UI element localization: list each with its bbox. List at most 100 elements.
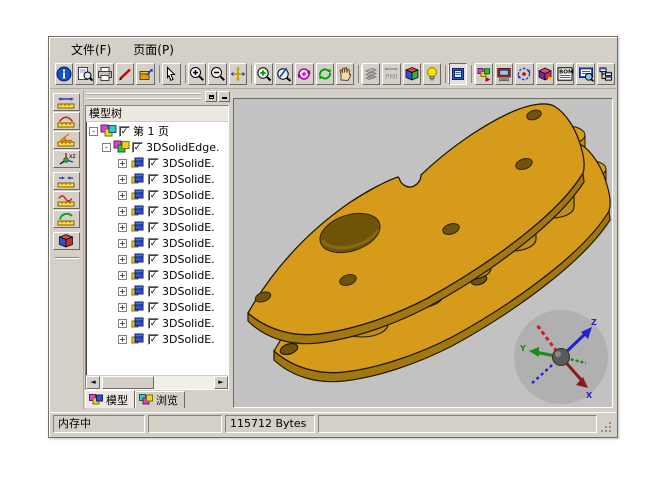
panel-hide-button[interactable] xyxy=(218,91,230,102)
light-icon[interactable] xyxy=(423,63,441,85)
measure-radius-icon[interactable] xyxy=(53,210,80,228)
checkbox[interactable]: ✓ xyxy=(132,142,143,153)
expand-box-icon[interactable]: + xyxy=(118,271,127,280)
tree-label[interactable]: 3DSolidE. xyxy=(162,253,215,266)
tree-row-part[interactable]: + ✓ 3DSolidE. xyxy=(86,251,228,267)
report-icon[interactable] xyxy=(576,63,594,85)
tree-row-part[interactable]: + ✓ 3DSolidE. xyxy=(86,171,228,187)
zoom-in-icon[interactable] xyxy=(188,63,206,85)
tree-label[interactable]: 3DSolidE. xyxy=(162,221,215,234)
tree-row-part[interactable]: + ✓ 3DSolidE. xyxy=(86,267,228,283)
measure-gap-icon[interactable] xyxy=(53,172,80,190)
tree-label[interactable]: 3DSolidE. xyxy=(162,189,215,202)
tree-row-part[interactable]: + ✓ 3DSolidE. xyxy=(86,187,228,203)
expand-box-icon[interactable]: + xyxy=(118,287,127,296)
checkbox[interactable]: ✓ xyxy=(148,318,159,329)
select-arrow-icon[interactable] xyxy=(162,63,180,85)
expand-box-icon[interactable]: + xyxy=(118,239,127,248)
panel-header[interactable] xyxy=(85,90,231,103)
axis-trackball[interactable]: Z X Y xyxy=(514,310,608,404)
panel-float-button[interactable] xyxy=(205,91,217,102)
expand-box-icon[interactable]: + xyxy=(118,207,127,216)
expand-box-icon[interactable]: + xyxy=(118,159,127,168)
tree-row-part[interactable]: + ✓ 3DSolidE. xyxy=(86,203,228,219)
expand-box-icon[interactable]: + xyxy=(118,223,127,232)
scrollbar-track[interactable] xyxy=(154,376,214,389)
tree-row-page[interactable]: - ✓ 第 1 页 xyxy=(86,123,228,139)
measure-angle-icon[interactable] xyxy=(53,131,80,149)
measure-arc-icon[interactable] xyxy=(53,112,80,130)
print-icon[interactable] xyxy=(96,63,114,85)
expand-box-icon[interactable]: + xyxy=(118,191,127,200)
collapse-box-icon[interactable]: - xyxy=(89,127,98,136)
markup-pen-icon[interactable] xyxy=(116,63,134,85)
tree-label[interactable]: 3DSolidE. xyxy=(162,301,215,314)
tree-horizontal-scrollbar[interactable]: ◄ ► xyxy=(86,375,228,389)
zoom-window-icon[interactable] xyxy=(255,63,273,85)
scroll-left-icon[interactable]: ◄ xyxy=(86,376,100,389)
zoom-out-icon[interactable] xyxy=(208,63,226,85)
checkbox[interactable]: ✓ xyxy=(148,174,159,185)
resize-grip[interactable] xyxy=(600,420,613,433)
scrollbar-thumb[interactable] xyxy=(102,376,154,389)
measure-distance-icon[interactable] xyxy=(53,93,80,111)
expand-box-icon[interactable]: + xyxy=(118,175,127,184)
checkbox[interactable]: ✓ xyxy=(148,270,159,281)
measure-curve-icon[interactable] xyxy=(53,191,80,209)
hand-icon[interactable] xyxy=(336,63,354,85)
tree-label[interactable]: 3DSolidE. xyxy=(162,285,215,298)
checkbox[interactable]: ✓ xyxy=(148,334,159,345)
expand-box-icon[interactable]: + xyxy=(118,335,127,344)
expand-box-icon[interactable]: + xyxy=(118,319,127,328)
scroll-right-icon[interactable]: ► xyxy=(214,376,228,389)
export-icon[interactable] xyxy=(136,63,154,85)
assembly-icon[interactable] xyxy=(475,63,493,85)
tree-row-part[interactable]: + ✓ 3DSolidE. xyxy=(86,299,228,315)
tree-label[interactable]: 第 1 页 xyxy=(133,123,169,139)
tree-label[interactable]: 3DSolidE. xyxy=(162,173,215,186)
checkbox[interactable]: ✓ xyxy=(148,286,159,297)
tree-label[interactable]: 3DSolidE. xyxy=(162,333,215,346)
tree-label[interactable]: 3DSolidE. xyxy=(162,205,215,218)
checkbox[interactable]: ✓ xyxy=(148,254,159,265)
menu-file[interactable]: 文件(F) xyxy=(62,39,120,60)
orbit-icon[interactable] xyxy=(515,63,533,85)
tree-label[interactable]: 3DSolidE. xyxy=(162,237,215,250)
info-icon[interactable] xyxy=(55,63,73,85)
checkbox[interactable]: ✓ xyxy=(148,158,159,169)
explode-icon[interactable] xyxy=(536,63,554,85)
spin-icon[interactable] xyxy=(316,63,334,85)
pmi-icon[interactable]: PMI xyxy=(382,63,400,85)
checkbox[interactable]: ✓ xyxy=(148,206,159,217)
view-cube-icon[interactable] xyxy=(403,63,421,85)
print-preview-icon[interactable] xyxy=(75,63,93,85)
tab-browse[interactable]: 浏览 xyxy=(135,391,185,408)
expand-box-icon[interactable]: + xyxy=(118,303,127,312)
pan-icon[interactable] xyxy=(229,63,247,85)
menu-page[interactable]: 页面(P) xyxy=(124,39,183,60)
workstation-icon[interactable] xyxy=(495,63,513,85)
tree-label[interactable]: 3DSolidEdge. xyxy=(146,141,219,154)
checkbox[interactable]: ✓ xyxy=(119,126,130,137)
tree-row-part[interactable]: + ✓ 3DSolidE. xyxy=(86,331,228,347)
tree-row-part[interactable]: + ✓ 3DSolidE. xyxy=(86,235,228,251)
checkbox[interactable]: ✓ xyxy=(148,302,159,313)
panel-grip[interactable] xyxy=(86,93,201,100)
layers-icon[interactable] xyxy=(362,63,380,85)
expand-box-icon[interactable]: + xyxy=(118,255,127,264)
structure-tree-icon[interactable] xyxy=(597,63,615,85)
tree-row-part[interactable]: + ✓ 3DSolidE. xyxy=(86,315,228,331)
checkbox[interactable]: ✓ xyxy=(148,222,159,233)
tree-row-part[interactable]: + ✓ 3DSolidE. xyxy=(86,283,228,299)
tree-row-part[interactable]: + ✓ 3DSolidE. xyxy=(86,155,228,171)
tree-row-part[interactable]: + ✓ 3DSolidE. xyxy=(86,219,228,235)
rotate-view-icon[interactable] xyxy=(295,63,313,85)
checkbox[interactable]: ✓ xyxy=(148,238,159,249)
collapse-box-icon[interactable]: - xyxy=(102,143,111,152)
tree-label[interactable]: 3DSolidE. xyxy=(162,269,215,282)
zoom-extent-icon[interactable] xyxy=(275,63,293,85)
tab-model[interactable]: 模型 xyxy=(85,390,135,408)
tree-row-assembly[interactable]: - ✓ 3DSolidEdge. xyxy=(86,139,228,155)
notebook-icon[interactable] xyxy=(449,63,467,85)
tree-label[interactable]: 3DSolidE. xyxy=(162,157,215,170)
